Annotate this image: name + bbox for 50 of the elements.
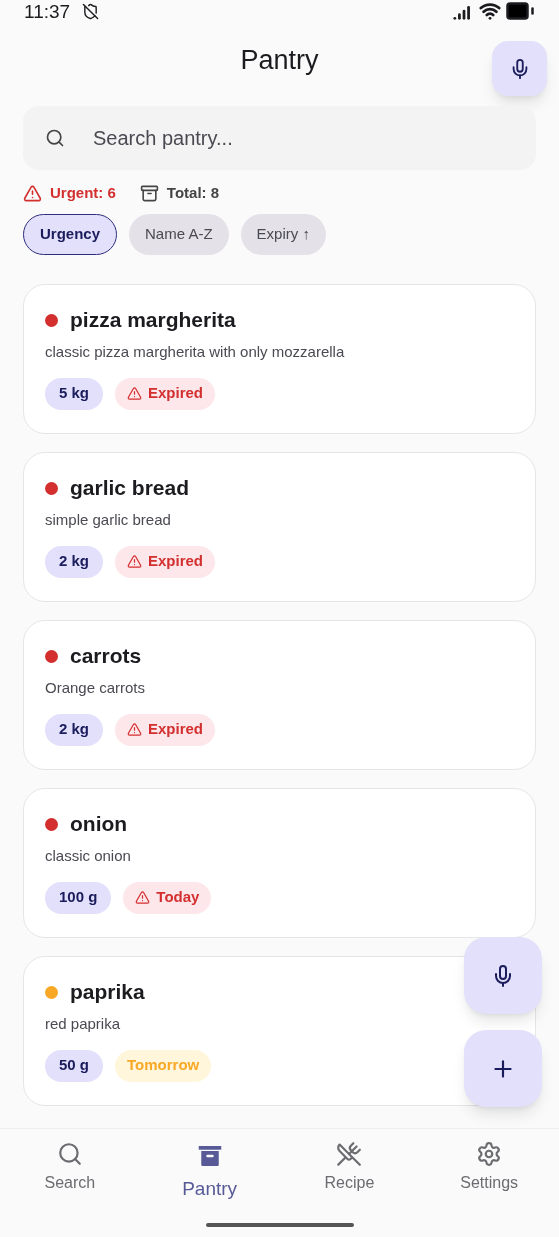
expiry-badge: Tomorrow — [115, 1049, 212, 1082]
warning-icon — [127, 722, 142, 737]
urgent-count: Urgent: 6 — [50, 182, 116, 203]
search-icon — [56, 1141, 83, 1167]
warning-icon — [23, 183, 42, 203]
voice-button[interactable] — [464, 937, 542, 1014]
expiry-badge: Expired — [115, 713, 216, 746]
item-description: Orange carrots — [45, 678, 147, 698]
quantity-badge: 2 kg — [45, 545, 103, 578]
expiry-badge: Today — [123, 881, 212, 914]
wifi-icon — [479, 0, 501, 22]
quantity-badge: 2 kg — [45, 713, 103, 746]
page-title: Pantry — [240, 43, 319, 77]
sort-chip[interactable]: Expiry ↑ — [240, 214, 326, 255]
utensils-icon — [336, 1141, 363, 1167]
nav-tab[interactable]: Recipe — [279, 1141, 420, 1204]
item-name: paprika — [70, 979, 145, 1005]
item-description: classic onion — [45, 846, 132, 866]
nav-tab[interactable]: Search — [0, 1141, 140, 1204]
nav-tab[interactable]: Pantry — [139, 1141, 280, 1204]
warning-icon — [127, 554, 142, 569]
quantity-badge: 50 g — [45, 1049, 103, 1082]
settings-icon — [476, 1141, 503, 1167]
search-icon — [45, 128, 65, 148]
item-name: garlic bread — [70, 475, 190, 501]
sort-chip[interactable]: Name A-Z — [129, 214, 229, 255]
expiry-badge: Expired — [115, 545, 216, 578]
expiry-badge: Expired — [115, 377, 216, 410]
warning-icon — [135, 890, 151, 905]
box-icon — [139, 183, 159, 203]
item-description: red paprika — [45, 1014, 122, 1034]
shield-icon — [82, 2, 100, 20]
voice-button[interactable] — [492, 41, 547, 96]
total-count: Total: 8 — [166, 182, 220, 203]
item-description: simple garlic bread — [45, 510, 172, 530]
pantry-card[interactable]: pizza margherita classic pizza margherita with only mozzarella 5 kg Expired — [23, 284, 536, 434]
item-name: onion — [70, 811, 128, 837]
item-name: carrots — [70, 643, 142, 669]
nav-tab[interactable]: Settings — [419, 1141, 559, 1204]
pantry-card[interactable]: onion classic onion 100 g Today — [23, 788, 536, 938]
status-time: 11:37 — [24, 1, 71, 21]
item-name: pizza margherita — [70, 307, 236, 333]
sort-chip[interactable]: Urgency — [23, 214, 118, 255]
pantry-card[interactable]: garlic bread simple garlic bread 2 kg Expired — [23, 452, 536, 602]
quantity-badge: 5 kg — [45, 377, 103, 410]
search-field[interactable]: Search pantry... — [23, 106, 536, 170]
warning-icon — [127, 386, 142, 401]
item-description: classic pizza margherita with only mozzarella — [45, 342, 346, 362]
pantry-card[interactable]: carrots Orange carrots 2 kg Expired — [23, 620, 536, 770]
quantity-badge: 100 g — [45, 881, 112, 914]
